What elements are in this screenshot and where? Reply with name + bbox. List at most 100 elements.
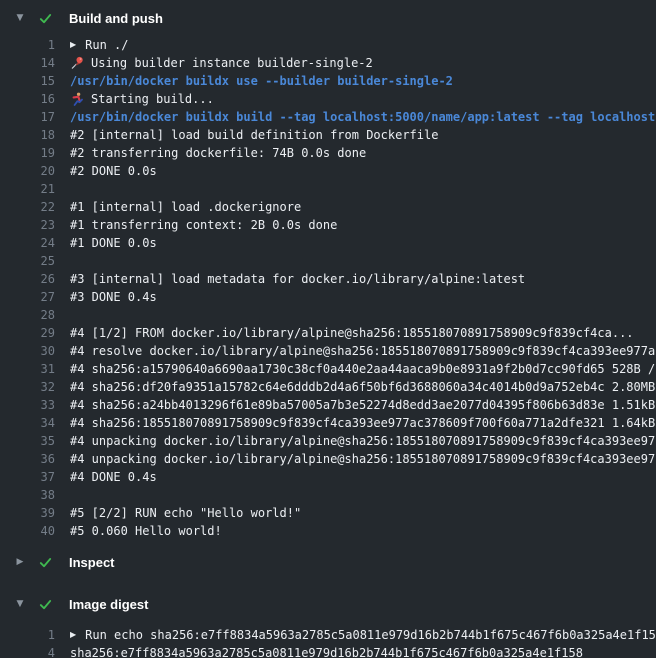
log-line: 34 #4 sha256:185518070891758909c9f839cf4c… — [0, 414, 656, 432]
log-text: #1 DONE 0.0s — [70, 234, 157, 252]
log-text: #3 DONE 0.4s — [70, 288, 157, 306]
log-text: #4 unpacking docker.io/library/alpine@sh… — [70, 432, 656, 450]
log-text: Using builder instance builder-single-2 — [91, 54, 373, 72]
line-number[interactable]: 20 — [0, 162, 55, 180]
log-line: 40 #5 0.060 Hello world! — [0, 522, 656, 540]
line-number[interactable]: 40 — [0, 522, 55, 540]
log-text: Starting build... — [91, 90, 214, 108]
log-text: #1 [internal] load .dockerignore — [70, 198, 301, 216]
log-text: Run echo sha256:e7ff8834a5963a2785c5a081… — [85, 626, 656, 644]
expand-arrow-icon[interactable]: ▶ — [70, 36, 76, 54]
log-text: #1 transferring context: 2B 0.0s done — [70, 216, 337, 234]
step-log-build-and-push: 1 ▶ Run ./ 14 Using builder instance builder… — [0, 36, 656, 540]
log-line: 36 #4 unpacking docker.io/library/alpine@… — [0, 450, 656, 468]
log-line: 25 — [0, 252, 656, 270]
log-line: 38 — [0, 486, 656, 504]
line-number[interactable]: 21 — [0, 180, 55, 198]
step-header-inspect[interactable]: ▶ Inspect — [0, 548, 656, 576]
line-number[interactable]: 1 — [0, 626, 55, 644]
log-line: 35 #4 unpacking docker.io/library/alpine@… — [0, 432, 656, 450]
log-line: 31 #4 sha256:a15790640a6690aa1730c38cf0a4… — [0, 360, 656, 378]
step-header-build-and-push[interactable]: ▼ Build and push — [0, 4, 656, 32]
log-line: 1 ▶ Run echo sha256:e7ff8834a5963a2785c5a0… — [0, 626, 656, 644]
line-number[interactable]: 32 — [0, 378, 55, 396]
check-icon — [38, 555, 53, 570]
step-header-image-digest[interactable]: ▼ Image digest — [0, 590, 656, 618]
line-number[interactable]: 25 — [0, 252, 55, 270]
line-number[interactable]: 19 — [0, 144, 55, 162]
log-text: #4 DONE 0.4s — [70, 468, 157, 486]
log-text: /usr/bin/docker buildx use --builder bui… — [70, 72, 453, 90]
log-text: #3 [internal] load metadata for docker.i… — [70, 270, 525, 288]
workflow-log-viewer: { "colors": { "background": "#24292e", "… — [0, 0, 656, 658]
log-text: #2 transferring dockerfile: 74B 0.0s don… — [70, 144, 366, 162]
log-line: 24 #1 DONE 0.0s — [0, 234, 656, 252]
line-number[interactable]: 37 — [0, 468, 55, 486]
log-text: #4 sha256:a15790640a6690aa1730c38cf0a440… — [70, 360, 656, 378]
log-line: 1 ▶ Run ./ — [0, 36, 656, 54]
log-line: 18 #2 [internal] load build definition fr… — [0, 126, 656, 144]
log-text: sha256:e7ff8834a5963a2785c5a0811e979d16b… — [70, 644, 583, 658]
log-line: 22 #1 [internal] load .dockerignore — [0, 198, 656, 216]
log-line: 23 #1 transferring context: 2B 0.0s done — [0, 216, 656, 234]
check-icon — [38, 11, 53, 26]
chevron-down-icon[interactable]: ▼ — [12, 599, 28, 609]
line-number[interactable]: 24 — [0, 234, 55, 252]
line-number[interactable]: 31 — [0, 360, 55, 378]
log-line: 16 Starting build... — [0, 90, 656, 108]
log-line: 30 #4 resolve docker.io/library/alpine@sh… — [0, 342, 656, 360]
chevron-right-icon[interactable]: ▶ — [12, 557, 28, 567]
line-number[interactable]: 16 — [0, 90, 55, 108]
pushpin-icon — [70, 56, 84, 70]
line-number[interactable]: 33 — [0, 396, 55, 414]
log-line: 29 #4 [1/2] FROM docker.io/library/alpine… — [0, 324, 656, 342]
line-number[interactable]: 29 — [0, 324, 55, 342]
log-line: 17/usr/bin/docker buildx build --tag loc… — [0, 108, 656, 126]
log-text: Run ./ — [85, 36, 128, 54]
line-number[interactable]: 17 — [0, 108, 55, 126]
log-line: 15/usr/bin/docker buildx use --builder b… — [0, 72, 656, 90]
line-number[interactable]: 30 — [0, 342, 55, 360]
check-icon — [38, 597, 53, 612]
line-number[interactable]: 23 — [0, 216, 55, 234]
log-line: 19 #2 transferring dockerfile: 74B 0.0s d… — [0, 144, 656, 162]
log-line: 27 #3 DONE 0.4s — [0, 288, 656, 306]
log-text: #5 [2/2] RUN echo "Hello world!" — [70, 504, 301, 522]
log-text: #4 [1/2] FROM docker.io/library/alpine@s… — [70, 324, 634, 342]
log-text: #2 [internal] load build definition from… — [70, 126, 438, 144]
log-text: #4 sha256:185518070891758909c9f839cf4ca3… — [70, 414, 656, 432]
line-number[interactable]: 14 — [0, 54, 55, 72]
step-title: Build and push — [69, 11, 163, 26]
line-number[interactable]: 4 — [0, 644, 55, 658]
log-line: 20 #2 DONE 0.0s — [0, 162, 656, 180]
log-line: 28 — [0, 306, 656, 324]
step-title: Inspect — [69, 555, 115, 570]
log-text: #5 0.060 Hello world! — [70, 522, 222, 540]
line-number[interactable]: 26 — [0, 270, 55, 288]
log-line: 4 sha256:e7ff8834a5963a2785c5a0811e979d16… — [0, 644, 656, 658]
step-log-image-digest: 1 ▶ Run echo sha256:e7ff8834a5963a2785c5a0… — [0, 626, 656, 658]
line-number[interactable]: 34 — [0, 414, 55, 432]
line-number[interactable]: 1 — [0, 36, 55, 54]
line-number[interactable]: 36 — [0, 450, 55, 468]
log-text: #2 DONE 0.0s — [70, 162, 157, 180]
line-number[interactable]: 15 — [0, 72, 55, 90]
log-line: 39 #5 [2/2] RUN echo "Hello world!" — [0, 504, 656, 522]
expand-arrow-icon[interactable]: ▶ — [70, 626, 76, 644]
log-line: 26 #3 [internal] load metadata for docker… — [0, 270, 656, 288]
line-number[interactable]: 27 — [0, 288, 55, 306]
log-line: 33#4 sha256:a24bb4013296f61e89ba57005a7b… — [0, 396, 656, 414]
line-number[interactable]: 39 — [0, 504, 55, 522]
line-number[interactable]: 18 — [0, 126, 55, 144]
log-text: #4 unpacking docker.io/library/alpine@sh… — [70, 450, 656, 468]
line-number[interactable]: 22 — [0, 198, 55, 216]
chevron-down-icon[interactable]: ▼ — [12, 13, 28, 23]
log-text: /usr/bin/docker buildx build --tag local… — [70, 108, 656, 126]
line-number[interactable]: 38 — [0, 486, 55, 504]
line-number[interactable]: 35 — [0, 432, 55, 450]
log-line: 32#4 sha256:df20fa9351a15782c64e6dddb2d4… — [0, 378, 656, 396]
line-number[interactable]: 28 — [0, 306, 55, 324]
log-line: 14 Using builder instance builder-single-… — [0, 54, 656, 72]
log-text: #4 resolve docker.io/library/alpine@sha2… — [70, 342, 656, 360]
log-line: 21 — [0, 180, 656, 198]
